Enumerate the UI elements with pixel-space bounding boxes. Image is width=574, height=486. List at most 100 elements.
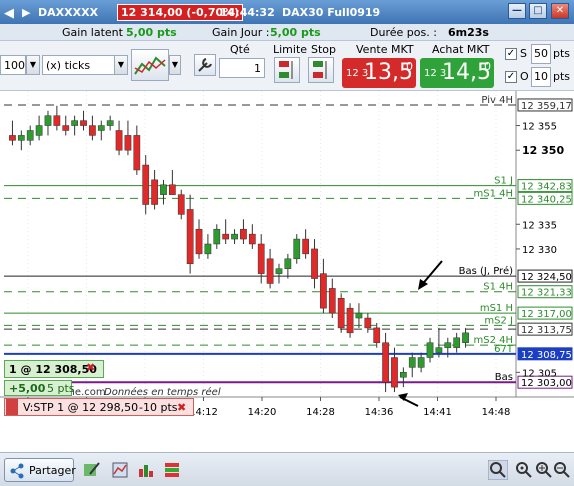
qty-input[interactable]: 1 — [219, 58, 265, 78]
chart-style-button[interactable] — [131, 49, 169, 81]
candle-body — [160, 184, 167, 195]
level-label: 67T — [494, 344, 514, 355]
zoom-in-icon[interactable] — [534, 460, 554, 480]
candle-body — [444, 342, 452, 348]
zoom-select-icon[interactable] — [488, 460, 508, 480]
scroll-right-icon[interactable]: ▶ — [22, 6, 30, 19]
drawing-tools-icon[interactable] — [82, 460, 102, 480]
objective-checkbox[interactable]: ✓ — [505, 71, 517, 83]
stop-order-text: V:STP 1 @ 12 298,50 — [23, 401, 139, 414]
indicator-icon[interactable] — [110, 460, 130, 480]
limit-order-button[interactable] — [274, 57, 300, 83]
limit-label: Limite — [273, 43, 308, 56]
unit-dropdown-icon[interactable]: ▼ — [114, 55, 128, 75]
level-price-text: 12 313,75 — [521, 325, 572, 336]
close-button[interactable]: ✕ — [551, 3, 569, 19]
sell-market-button[interactable]: 12 3 13,5 0 — [342, 58, 416, 88]
stop-order-icon — [313, 61, 327, 79]
candle-body — [462, 332, 469, 343]
zoom-reset-icon[interactable] — [514, 460, 534, 480]
chart-style-dropdown-icon[interactable]: ▼ — [169, 55, 181, 75]
candle-body — [26, 130, 34, 141]
candle-body — [62, 125, 70, 131]
x-tick-label: 14:48 — [482, 407, 511, 418]
candle-body — [453, 337, 461, 348]
objective-points-unit: pts — [553, 70, 571, 83]
order-toolbar: 100 ▼ (x) ticks ▼ ▼ Qté 1 Limite Stop Ve… — [0, 41, 574, 91]
sell-market-label: Vente MKT — [356, 43, 414, 56]
candle-body — [346, 307, 354, 334]
candle-body — [337, 298, 345, 329]
limit-order-icon — [279, 61, 293, 79]
candle-body — [133, 135, 141, 171]
period-dropdown-icon[interactable]: ▼ — [26, 55, 40, 75]
candle-body — [231, 233, 238, 240]
candle-body — [115, 130, 123, 151]
candle-body — [53, 115, 61, 126]
period-input[interactable]: 100 — [0, 55, 26, 75]
cancel-stop-icon[interactable]: ✖ — [177, 401, 186, 414]
stop-checkbox[interactable]: ✓ — [505, 48, 517, 60]
share-button[interactable]: Partager — [4, 458, 76, 482]
level-label: S1 J — [494, 176, 513, 187]
level-price-text: 12 317,00 — [521, 309, 572, 320]
minimize-button[interactable]: — — [508, 3, 526, 19]
share-icon — [10, 463, 24, 479]
candle-body — [151, 179, 158, 205]
candle-body — [177, 194, 185, 215]
position-gain-badge: +5,00 5 pts — [4, 380, 75, 396]
stop-label: Stop — [311, 43, 337, 56]
candle-body — [240, 228, 247, 240]
day-gain-value: 5,00 pts — [270, 26, 321, 39]
latent-gain-value: 5,00 pts — [126, 26, 177, 39]
candle-body — [400, 372, 407, 378]
stop-order-points: -10 pts — [139, 401, 178, 414]
stop-order-row[interactable]: V:STP 1 @ 12 298,50 -10 pts ✖ — [4, 398, 194, 416]
contract-name: DAX30 Full0919 — [282, 6, 381, 19]
level-label: Bas (J, Pré) — [459, 265, 513, 277]
candle-body — [435, 347, 443, 353]
objective-checkbox-label: O — [520, 70, 529, 83]
open-position-text: 1 @ 12 308,50 — [9, 363, 97, 376]
buy-market-button[interactable]: 12 3 14,5 0 — [420, 58, 494, 88]
level-price-text: 12 303,00 — [521, 378, 572, 389]
x-tick-label: 14:41 — [423, 407, 452, 418]
objective-points-input[interactable]: 10 — [531, 67, 551, 87]
candle-body — [417, 357, 425, 368]
title-bar: ◀ ▶ DAXXXXX 12 314,00 (-0,70%) 14:44:32 … — [0, 0, 574, 24]
x-tick-label: 14:20 — [248, 407, 277, 418]
candle-body — [97, 125, 105, 131]
instrument-name[interactable]: DAXXXXX — [38, 6, 98, 19]
close-position-icon[interactable]: ✖ — [86, 361, 100, 375]
position-duration-value: 6m23s — [448, 26, 489, 39]
stop-checkbox-label: S — [520, 47, 527, 60]
zoom-out-icon[interactable] — [552, 460, 572, 480]
position-duration-label: Durée pos. : — [370, 26, 437, 39]
level-price-text: 12 321,33 — [521, 288, 572, 299]
settings-icon[interactable] — [162, 460, 182, 480]
stop-order-button[interactable] — [308, 57, 334, 83]
wrench-icon — [198, 58, 212, 72]
histogram-icon[interactable] — [136, 460, 156, 480]
candle-body — [320, 273, 327, 309]
candle-body — [364, 317, 372, 329]
share-label: Partager — [29, 464, 76, 477]
scroll-left-icon[interactable]: ◀ — [4, 6, 14, 21]
unit-select[interactable]: (x) ticks — [42, 55, 116, 75]
latent-gain-label: Gain latent : — [62, 26, 131, 39]
candle-body — [284, 258, 292, 269]
x-tick-label: 14:28 — [306, 407, 335, 418]
level-label: S1 4H — [483, 282, 513, 293]
position-gain-value: +5,00 — [9, 382, 46, 395]
candle-body — [426, 342, 434, 358]
level-label: mS1 4H — [473, 188, 513, 199]
candle-body — [293, 238, 301, 260]
wrench-button[interactable] — [194, 54, 216, 76]
chart-style-icon — [134, 56, 166, 75]
clock: 14:44:32 — [220, 6, 275, 19]
level-label: Piv 4H — [481, 95, 513, 106]
candle-body — [311, 248, 318, 279]
stop-points-input[interactable]: 50 — [531, 44, 551, 64]
maximize-button[interactable]: □ — [529, 3, 547, 19]
candle-body — [408, 357, 416, 368]
